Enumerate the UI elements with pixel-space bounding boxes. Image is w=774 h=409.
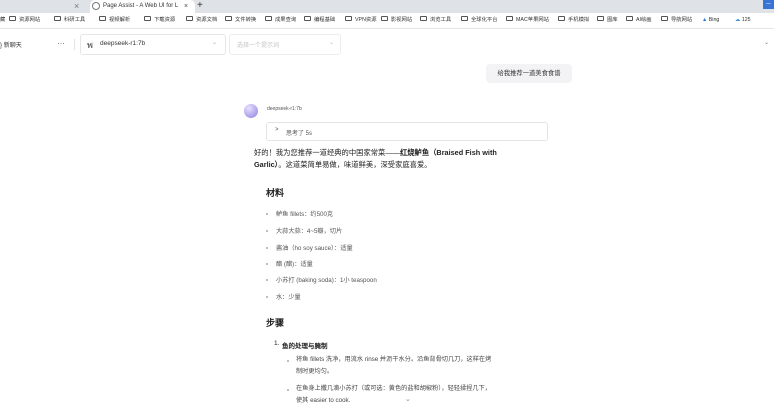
- chat-controls-bar: } 新聊天 … พ deepseek-r1:7b ⌄ 选择一个提示词 ⌄ ⌄: [0, 29, 774, 61]
- bookmark-folder[interactable]: 图库: [597, 13, 618, 28]
- folder-icon: [9, 16, 16, 22]
- window-button[interactable]: ─: [763, 0, 774, 9]
- bookmark-folder[interactable]: 全球化平台: [461, 13, 498, 28]
- bing-icon: ▲: [702, 17, 708, 23]
- folder-icon: [345, 16, 352, 22]
- folder-icon: [99, 16, 106, 22]
- folder-icon: [558, 16, 565, 22]
- prompt-select[interactable]: 选择一个提示词 ⌄: [229, 34, 341, 55]
- chevron-down-icon: ⌄: [212, 40, 218, 46]
- bullet-icon: [266, 296, 268, 298]
- folder-icon: [461, 16, 468, 22]
- bookmark-folder[interactable]: 导航网站: [661, 13, 692, 28]
- cloud-icon: ☁: [735, 17, 741, 23]
- assistant-intro: 好的！我为您推荐一道经典的中国家常菜——红烧鲈鱼（Braised Fish wi…: [254, 148, 497, 169]
- bookmark-folder[interactable]: AI绘画: [626, 13, 652, 28]
- bookmark-folder[interactable]: 编程基础: [304, 13, 335, 28]
- assistant-name: deepseek-r1:7b: [267, 106, 302, 112]
- scroll-down-icon[interactable]: ⌄: [405, 395, 411, 403]
- bookmark-folder[interactable]: 资源文档: [186, 13, 217, 28]
- step-substep: 在鱼身上撒几滴小苏打（或可选：黄色的盐和胡椒粉），轻轻揉捏几下， 使其 easi…: [296, 385, 491, 404]
- folder-icon: [144, 16, 151, 22]
- model-icon: พ: [87, 40, 93, 50]
- folder-icon: [597, 16, 604, 22]
- steps-heading: 步骤: [266, 318, 285, 328]
- assistant-avatar: [244, 104, 258, 118]
- folder-icon: [54, 16, 61, 22]
- bookmark-folder[interactable]: 文件转换: [225, 13, 256, 28]
- folder-icon: [225, 16, 232, 22]
- folder-icon: [661, 16, 668, 22]
- ingredient-item: 大蒜大蒜：4~5瓣，切片: [276, 228, 343, 235]
- ingredient-item: 小苏打 (baking soda)：1小 teaspoon: [276, 277, 377, 284]
- loading-spinner-icon: [92, 2, 100, 10]
- bookmark-folder[interactable]: 下载资源: [144, 13, 175, 28]
- chevron-down-icon: ⌄: [329, 40, 335, 46]
- ingredient-item: 鲈鱼 fillets：约500克: [276, 211, 334, 218]
- browser-tab-bar: × Page Assist - A Web UI for L × + ─: [0, 0, 774, 13]
- folder-icon: [265, 16, 272, 22]
- bookmark-bing[interactable]: ▲ Bing: [702, 13, 719, 28]
- folder-icon: [186, 16, 193, 22]
- bullet-icon: [266, 230, 268, 232]
- folder-icon: [304, 16, 311, 22]
- ingredient-item: 醋 (醋)：适量: [276, 261, 313, 268]
- thought-toggle[interactable]: > 思考了 5s: [266, 122, 548, 141]
- ingredients-heading: 材料: [266, 188, 285, 198]
- bullet-icon: [266, 213, 268, 215]
- folder-icon: [626, 16, 633, 22]
- bookmark-folder[interactable]: 影视网站: [381, 13, 412, 28]
- bookmark-folder[interactable]: VPN资源: [345, 13, 377, 28]
- folder-icon: [420, 16, 427, 22]
- chevron-right-icon: >: [275, 127, 279, 133]
- bullet-icon: [287, 389, 289, 391]
- bookmark-folder[interactable]: MAC苹果网站: [506, 13, 549, 28]
- step-substep: 将鱼 fillets 洗净，用流水 rinse 并沥干水分。沿鱼背骨切几刀，这样…: [296, 356, 492, 375]
- collapse-icon[interactable]: ⌄: [764, 39, 769, 46]
- bullet-icon: [287, 360, 289, 362]
- bookmark-folder[interactable]: 科研工具: [54, 13, 85, 28]
- more-options-icon[interactable]: …: [57, 37, 66, 46]
- bookmark-folder[interactable]: 浏览工具: [420, 13, 451, 28]
- bookmark-folder[interactable]: 成果查询: [265, 13, 296, 28]
- prompt-placeholder: 选择一个提示词: [237, 43, 280, 49]
- edge-bracket-icon: }: [0, 43, 3, 49]
- divider: [74, 39, 75, 50]
- step-number: 1.: [274, 340, 280, 347]
- step-title: 鱼的处理与腌制: [282, 343, 328, 350]
- bookmark-folder[interactable]: 视频解析: [99, 13, 130, 28]
- ingredient-item: 酱油（ho soy sauce）：适量: [276, 245, 353, 252]
- bookmark-folder[interactable]: 资源网站: [9, 13, 40, 28]
- bullet-icon: [266, 279, 268, 281]
- model-name: deepseek-r1:7b: [100, 40, 146, 47]
- ingredient-item: 水：少量: [276, 294, 301, 301]
- folder-icon: [506, 16, 513, 22]
- bookmarks-bar: 藏 资源网站 科研工具 视频解析 下载资源 资源文档 文件转换 成果查询 编程基…: [0, 13, 774, 29]
- bookmark-folder[interactable]: 手机模拟: [558, 13, 589, 28]
- bookmarks-edge-fragment: 藏: [0, 17, 6, 23]
- user-message: 给我推荐一道美食食谱: [486, 64, 572, 83]
- inactive-tab[interactable]: ×: [0, 0, 90, 13]
- thought-label: 思考了 5s: [286, 131, 313, 137]
- new-tab-button[interactable]: +: [197, 0, 203, 12]
- folder-icon: [381, 16, 388, 22]
- tab-title: Page Assist - A Web UI for L: [103, 3, 179, 9]
- close-icon[interactable]: ×: [74, 0, 79, 13]
- new-chat-button[interactable]: } 新聊天: [0, 40, 22, 49]
- bullet-icon: [266, 247, 268, 249]
- model-select[interactable]: พ deepseek-r1:7b ⌄: [80, 34, 226, 55]
- close-tab-icon[interactable]: ×: [184, 0, 188, 13]
- bookmark-125[interactable]: ☁ 125: [735, 13, 751, 28]
- bullet-icon: [266, 263, 268, 265]
